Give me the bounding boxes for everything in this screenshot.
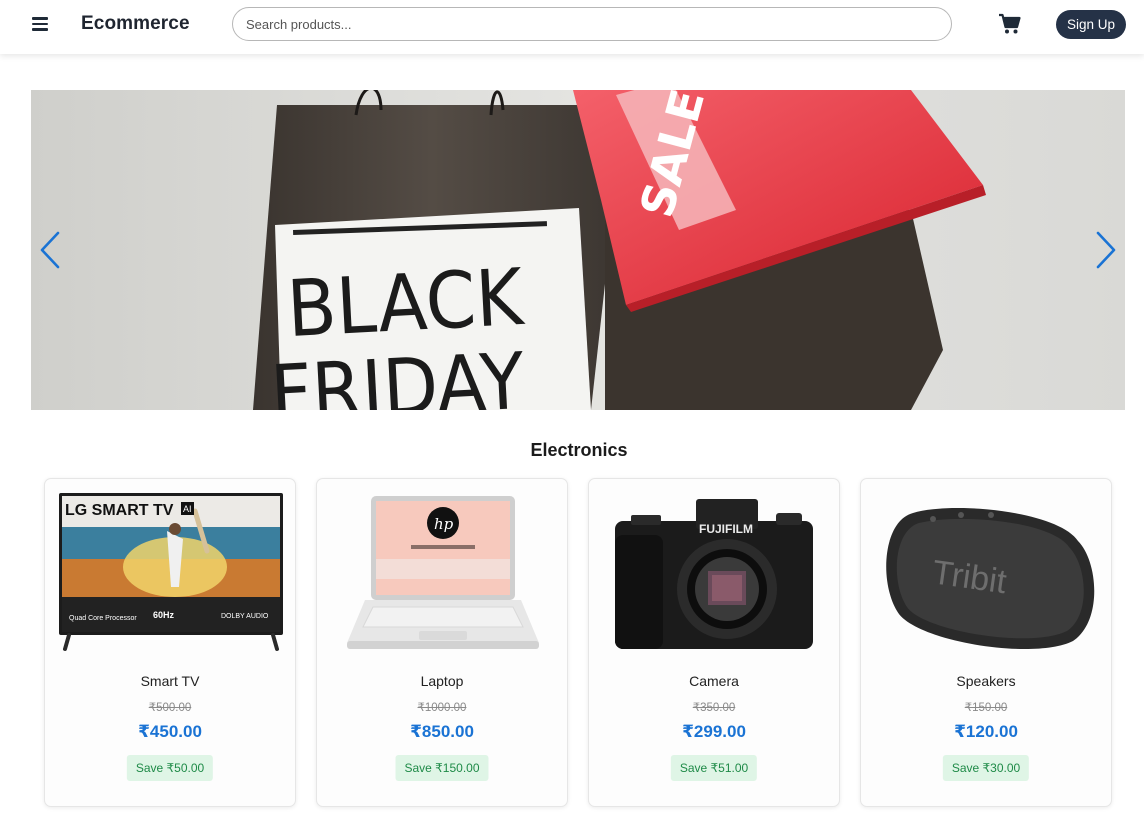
product-price: ₹120.00 xyxy=(954,722,1018,741)
product-original-price: ₹1000.00 xyxy=(417,702,467,714)
search-input[interactable] xyxy=(232,7,952,41)
product-original-price: ₹350.00 xyxy=(692,702,736,714)
chevron-right-icon[interactable] xyxy=(1095,231,1117,269)
tv-feature-2: 60Hz xyxy=(153,610,175,620)
product-card-speakers[interactable]: Tribit Speakers ₹150.00 ₹120.00 Save ₹30… xyxy=(860,478,1112,807)
product-name: Camera xyxy=(689,673,739,689)
product-card-camera[interactable]: FUJIFILM Camera ₹350.00 ₹299.00 Save ₹51… xyxy=(588,478,840,807)
product-name: Speakers xyxy=(956,673,1016,689)
product-original-price: ₹150.00 xyxy=(964,702,1008,714)
tv-feature-3: DOLBY AUDIO xyxy=(221,613,269,620)
camera-image: FUJIFILM xyxy=(615,499,813,649)
banner-text-friday: FRIDAY xyxy=(268,335,526,410)
product-price: ₹299.00 xyxy=(682,722,746,741)
tv-brand-text: LG SMART TV xyxy=(65,502,174,519)
product-price: ₹450.00 xyxy=(138,722,202,741)
hero-banner-carousel[interactable]: BLACK FRIDAY SALE xyxy=(31,90,1125,410)
tv-feature-1: Quad Core Processor xyxy=(69,615,137,622)
chevron-left-icon[interactable] xyxy=(39,231,61,269)
laptop-image: hp xyxy=(347,496,539,649)
product-name: Laptop xyxy=(420,673,464,689)
shopping-cart-icon[interactable] xyxy=(998,13,1022,35)
top-header: Ecommerce Sign Up xyxy=(0,0,1144,54)
discount-badge: Save ₹50.00 xyxy=(126,755,214,781)
tv-ai-badge: AI xyxy=(183,504,192,514)
smart-tv-image: LG SMART TV AI Quad Core Processor 60Hz … xyxy=(59,493,283,651)
discount-badge: Save ₹150.00 xyxy=(395,755,489,781)
product-card-laptop[interactable]: hp Laptop ₹1000.00 ₹850.00 Save ₹150.00 xyxy=(316,478,568,807)
product-name: Smart TV xyxy=(140,673,200,689)
section-title: Electronics xyxy=(530,440,628,460)
sign-up-button[interactable]: Sign Up xyxy=(1056,10,1126,39)
brand-logo[interactable]: Ecommerce xyxy=(81,13,190,35)
discount-badge: Save ₹51.00 xyxy=(670,755,758,781)
camera-brand-text: FUJIFILM xyxy=(699,522,753,536)
product-price: ₹850.00 xyxy=(410,722,474,741)
laptop-logo-text: hp xyxy=(434,515,454,533)
speaker-image: Tribit xyxy=(886,508,1095,650)
hamburger-icon[interactable] xyxy=(29,14,51,36)
product-original-price: ₹500.00 xyxy=(148,702,192,714)
discount-badge: Save ₹30.00 xyxy=(942,755,1030,781)
black-friday-banner-image: BLACK FRIDAY SALE xyxy=(31,90,1125,410)
product-card-smart-tv[interactable]: LG SMART TV AI Quad Core Processor 60Hz … xyxy=(44,478,296,807)
